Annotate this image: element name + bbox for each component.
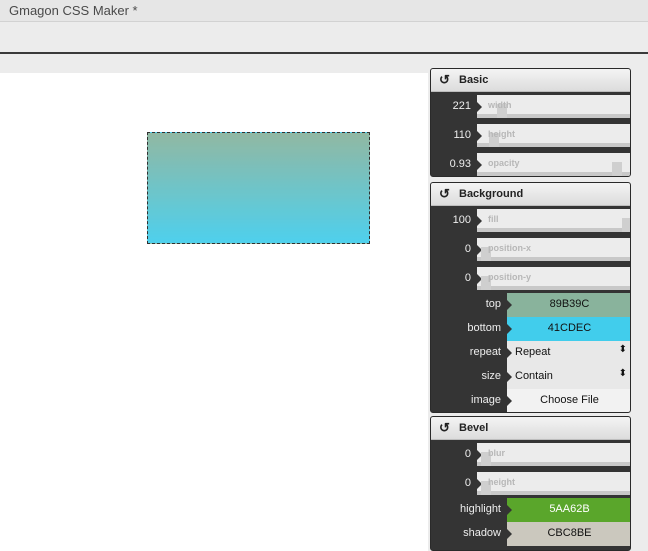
- fill-value[interactable]: 100: [431, 214, 471, 226]
- toolbar: [0, 22, 648, 54]
- image-label: image: [471, 394, 501, 406]
- repeat-select[interactable]: Repeat ⬍: [507, 341, 630, 365]
- size-label: size: [481, 370, 501, 382]
- title-bar: Gmagon CSS Maker *: [0, 0, 648, 22]
- choose-file-button[interactable]: Choose File: [507, 389, 630, 412]
- top-color-row: top 89B39C: [431, 293, 630, 317]
- bevel-height-value[interactable]: 0: [431, 477, 471, 489]
- background-section: ↺ Background 100 fill 0 position-x 0 pos…: [430, 182, 631, 413]
- width-value[interactable]: 221: [431, 100, 471, 112]
- image-row: image Choose File: [431, 389, 630, 412]
- blur-value[interactable]: 0: [431, 448, 471, 460]
- shadow-color-swatch[interactable]: CBC8BE: [507, 522, 630, 546]
- bottom-color-swatch[interactable]: 41CDEC: [507, 317, 630, 341]
- slider-label: height: [488, 129, 515, 139]
- height-slider[interactable]: height: [477, 124, 630, 147]
- window-title: Gmagon CSS Maker *: [9, 3, 138, 18]
- bottom-color-row: bottom 41CDEC: [431, 317, 630, 341]
- bevel-height-slider[interactable]: height: [477, 472, 630, 495]
- position-y-row: 0 position-y: [431, 264, 630, 293]
- shadow-color-value: CBC8BE: [547, 527, 592, 539]
- blur-slider[interactable]: blur: [477, 443, 630, 466]
- shadow-row: shadow CBC8BE: [431, 522, 630, 546]
- position-x-slider[interactable]: position-x: [477, 238, 630, 261]
- slider-label: width: [488, 100, 512, 110]
- highlight-color-swatch[interactable]: 5AA62B: [507, 498, 630, 522]
- top-color-label: top: [485, 298, 501, 310]
- choose-file-label: Choose File: [540, 394, 599, 406]
- slider-knob[interactable]: [612, 162, 623, 176]
- height-row: 110 height: [431, 121, 630, 150]
- bottom-color-value: 41CDEC: [547, 322, 592, 334]
- highlight-row: highlight 5AA62B: [431, 498, 630, 522]
- select-arrows-icon: ⬍: [618, 344, 627, 355]
- slider-label: opacity: [488, 158, 520, 168]
- opacity-slider[interactable]: opacity: [477, 153, 630, 176]
- section-title: Bevel: [459, 422, 489, 434]
- slider-label: height: [488, 477, 515, 487]
- slider-label: position-x: [488, 243, 531, 253]
- width-slider[interactable]: width: [477, 95, 630, 118]
- reset-icon[interactable]: ↺: [439, 186, 450, 202]
- opacity-row: 0.93 opacity: [431, 150, 630, 176]
- basic-section: ↺ Basic 221 width 110 height 0.93 opacit…: [430, 68, 631, 177]
- position-x-value[interactable]: 0: [431, 243, 471, 255]
- select-arrows-icon: ⬍: [618, 368, 627, 379]
- shadow-label: shadow: [463, 527, 501, 539]
- position-y-value[interactable]: 0: [431, 272, 471, 284]
- blur-row: 0 blur: [431, 440, 630, 469]
- slider-knob[interactable]: [622, 218, 630, 232]
- properties-panel: ↺ Basic 221 width 110 height 0.93 opacit…: [428, 54, 648, 551]
- section-title: Basic: [459, 74, 489, 86]
- position-x-row: 0 position-x: [431, 235, 630, 264]
- size-value: Contain: [515, 370, 553, 382]
- bevel-section-header[interactable]: ↺ Bevel: [431, 417, 630, 440]
- basic-section-header[interactable]: ↺ Basic: [431, 69, 630, 92]
- size-select[interactable]: Contain ⬍: [507, 365, 630, 389]
- preview-box[interactable]: [147, 132, 370, 244]
- fill-slider[interactable]: fill: [477, 209, 630, 232]
- opacity-value[interactable]: 0.93: [431, 158, 471, 170]
- highlight-color-value: 5AA62B: [549, 503, 590, 515]
- canvas-area: [0, 54, 430, 551]
- height-value[interactable]: 110: [431, 129, 471, 141]
- repeat-row: repeat Repeat ⬍: [431, 341, 630, 365]
- repeat-label: repeat: [469, 346, 501, 358]
- highlight-label: highlight: [460, 503, 501, 515]
- top-color-swatch[interactable]: 89B39C: [507, 293, 630, 317]
- size-row: size Contain ⬍: [431, 365, 630, 389]
- slider-label: blur: [488, 448, 505, 458]
- reset-icon[interactable]: ↺: [439, 420, 450, 436]
- reset-icon[interactable]: ↺: [439, 72, 450, 88]
- position-y-slider[interactable]: position-y: [477, 267, 630, 290]
- slider-label: position-y: [488, 272, 531, 282]
- fill-row: 100 fill: [431, 206, 630, 235]
- width-row: 221 width: [431, 92, 630, 121]
- repeat-value: Repeat: [515, 346, 551, 358]
- background-section-header[interactable]: ↺ Background: [431, 183, 630, 206]
- section-title: Background: [459, 188, 524, 200]
- bevel-height-row: 0 height: [431, 469, 630, 498]
- slider-label: fill: [488, 214, 499, 224]
- top-color-value: 89B39C: [549, 298, 590, 310]
- bottom-color-label: bottom: [467, 322, 501, 334]
- bevel-section: ↺ Bevel 0 blur 0 height highlight 5AA62B: [430, 416, 631, 551]
